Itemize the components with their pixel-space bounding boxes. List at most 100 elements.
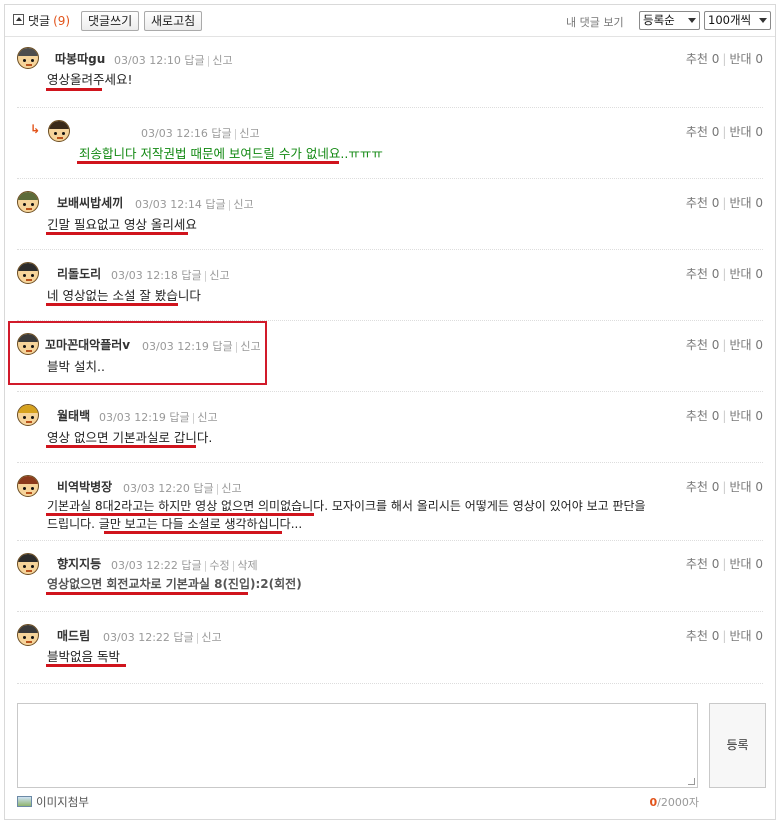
reply-link[interactable]: 답글 — [193, 482, 213, 495]
vote-controls: 추천 0 | 반대 0 — [685, 480, 763, 494]
comment-nick[interactable]: 매드림 — [57, 627, 90, 644]
comment-meta: 03/03 12:16 답글 | 신고 — [141, 127, 260, 140]
upvote-button[interactable]: 추천 0 — [686, 125, 720, 139]
downvote-count: 0 — [755, 125, 763, 139]
downvote-button[interactable]: 반대 0 — [729, 125, 763, 139]
upvote-button[interactable]: 추천 0 — [686, 196, 720, 210]
report-link[interactable]: 신고 — [239, 127, 259, 140]
upvote-count: 0 — [711, 52, 720, 66]
upvote-button[interactable]: 추천 0 — [686, 629, 720, 643]
vote-controls: 추천 0 | 반대 0 — [685, 196, 763, 210]
downvote-count: 0 — [755, 338, 763, 352]
comment-item: 월태백 03/03 12:19 답글 | 신고 추천 0 | 반대 0 영상 없으면 기… — [17, 392, 763, 463]
upvote-label: 추천 — [685, 629, 708, 643]
avatar — [17, 191, 39, 213]
comment-nick[interactable]: 리돌도리 — [57, 265, 101, 282]
vote-controls: 추천 0 | 반대 0 — [685, 338, 763, 352]
downvote-label: 반대 — [729, 267, 752, 281]
report-link[interactable]: 신고 — [197, 411, 217, 424]
downvote-button[interactable]: 반대 0 — [729, 480, 763, 494]
vote-controls: 추천 0 | 반대 0 — [685, 267, 763, 281]
report-link[interactable]: 신고 — [212, 54, 232, 67]
page-size-select-value: 100개씩 — [708, 13, 752, 27]
downvote-button[interactable]: 반대 0 — [729, 267, 763, 281]
my-comments-link[interactable]: 내 댓글 보기 — [566, 14, 624, 30]
upvote-count: 0 — [711, 338, 720, 352]
submit-button[interactable]: 등록 — [709, 703, 766, 788]
comment-date: 03/03 12:22 — [103, 631, 170, 644]
vote-controls: 추천 0 | 반대 0 — [685, 52, 763, 66]
downvote-label: 반대 — [729, 480, 752, 494]
reply-link[interactable]: 답글 — [169, 411, 189, 424]
page-size-select[interactable]: 100개씩 — [704, 11, 771, 30]
chevron-down-icon — [688, 18, 696, 23]
comment-date: 03/03 12:20 — [123, 482, 190, 495]
downvote-label: 반대 — [729, 125, 752, 139]
write-comment-button[interactable]: 댓글쓰기 — [81, 11, 140, 31]
report-link[interactable]: 신고 — [221, 482, 241, 495]
upvote-count: 0 — [711, 267, 720, 281]
downvote-count: 0 — [755, 480, 763, 494]
comment-date: 03/03 12:14 — [135, 198, 202, 211]
avatar — [17, 262, 39, 284]
upvote-button[interactable]: 추천 0 — [686, 267, 720, 281]
upvote-button[interactable]: 추천 0 — [686, 480, 720, 494]
resize-handle-icon[interactable] — [688, 778, 695, 785]
image-attach-button[interactable]: 이미지첨부 — [17, 794, 89, 810]
reply-link[interactable]: 답글 — [211, 127, 231, 140]
avatar — [17, 624, 39, 646]
refresh-button[interactable]: 새로고침 — [144, 11, 203, 31]
comment-nick[interactable]: 보배씨밥세끼 — [57, 194, 123, 211]
comment-item: 비역박병장 03/03 12:20 답글 | 신고 추천 0 | 반대 0 기본과실 8… — [17, 463, 763, 541]
comment-meta: 03/03 12:14 답글 | 신고 — [135, 198, 254, 211]
delete-link[interactable]: 삭제 — [237, 559, 257, 572]
comment-nick[interactable]: 향지지등 — [57, 555, 101, 572]
upvote-label: 추천 — [685, 557, 708, 571]
sort-select[interactable]: 등록순 — [639, 11, 700, 30]
collapse-toggle-icon[interactable] — [13, 14, 24, 25]
reply-arrow-icon: ↳ — [30, 122, 41, 136]
upvote-label: 추천 — [685, 338, 708, 352]
reply-link[interactable]: 답글 — [184, 54, 204, 67]
comment-input[interactable] — [17, 703, 698, 788]
vote-controls: 추천 0 | 반대 0 — [685, 409, 763, 423]
comment-panel: 댓글 (9) 댓글쓰기 새로고침 내 댓글 보기 등록순 100개씩 따봉따gu … — [4, 4, 776, 820]
report-link[interactable]: 신고 — [201, 631, 221, 644]
avatar — [17, 47, 39, 69]
comment-text: 영상올려주세요! — [47, 72, 133, 87]
comment-meta: 03/03 12:10 답글 | 신고 — [114, 54, 233, 67]
downvote-button[interactable]: 반대 0 — [729, 52, 763, 66]
report-link[interactable]: 신고 — [209, 269, 229, 282]
downvote-button[interactable]: 반대 0 — [729, 629, 763, 643]
upvote-button[interactable]: 추천 0 — [686, 52, 720, 66]
downvote-label: 반대 — [729, 629, 752, 643]
vote-controls: 추천 0 | 반대 0 — [685, 629, 763, 643]
reply-link[interactable]: 답글 — [181, 559, 201, 572]
annotation-underline — [46, 232, 188, 235]
comment-date: 03/03 12:10 — [114, 54, 181, 67]
downvote-label: 반대 — [729, 409, 752, 423]
edit-link[interactable]: 수정 — [209, 559, 229, 572]
vote-controls: 추천 0 | 반대 0 — [685, 557, 763, 571]
report-link[interactable]: 신고 — [233, 198, 253, 211]
avatar — [17, 404, 39, 426]
upvote-button[interactable]: 추천 0 — [686, 409, 720, 423]
comment-nick[interactable]: 따봉따gu — [55, 50, 105, 67]
upvote-button[interactable]: 추천 0 — [686, 557, 720, 571]
upvote-count: 0 — [711, 409, 720, 423]
downvote-label: 반대 — [729, 557, 752, 571]
comment-nick[interactable]: 월태백 — [57, 407, 90, 424]
reply-link[interactable]: 답글 — [173, 631, 193, 644]
reply-link[interactable]: 답글 — [181, 269, 201, 282]
downvote-button[interactable]: 반대 0 — [729, 196, 763, 210]
downvote-button[interactable]: 반대 0 — [729, 557, 763, 571]
upvote-button[interactable]: 추천 0 — [686, 338, 720, 352]
comment-nick[interactable]: 비역박병장 — [57, 478, 112, 495]
downvote-button[interactable]: 반대 0 — [729, 409, 763, 423]
downvote-button[interactable]: 반대 0 — [729, 338, 763, 352]
avatar — [17, 475, 39, 497]
comment-meta: 03/03 12:18 답글 | 신고 — [111, 269, 230, 282]
image-icon — [17, 796, 32, 807]
annotation-underline — [46, 592, 248, 595]
reply-link[interactable]: 답글 — [205, 198, 225, 211]
